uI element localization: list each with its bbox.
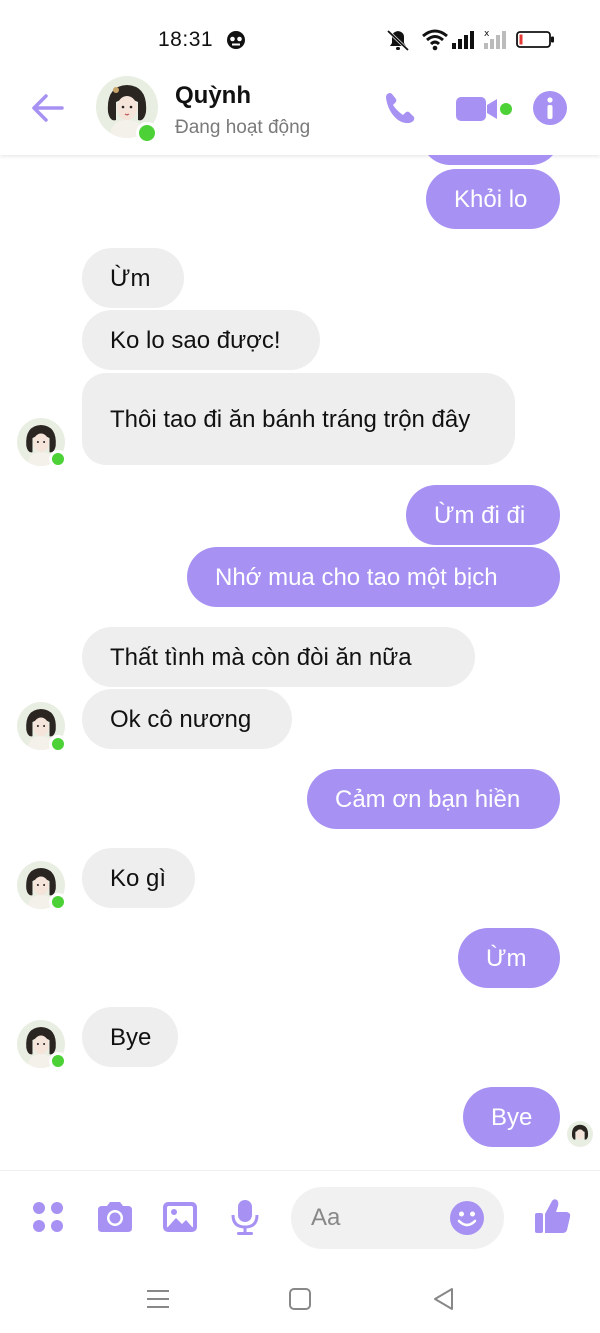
- message-composer: Aa: [0, 1170, 600, 1265]
- message-bubble-outgoing[interactable]: Khỏi lo: [426, 169, 560, 229]
- contact-name[interactable]: Quỳnh: [175, 82, 251, 110]
- online-indicator: [49, 893, 67, 911]
- menu-icon[interactable]: [144, 1285, 172, 1313]
- message-bubble-outgoing[interactable]: Bye: [463, 1087, 560, 1147]
- message-input-placeholder: Aa: [311, 1204, 341, 1231]
- message-bubble-outgoing[interactable]: Ừm đi đi: [406, 485, 560, 545]
- back-arrow-icon[interactable]: [28, 88, 68, 128]
- microphone-icon[interactable]: [225, 1197, 265, 1237]
- message-list[interactable]: Khỏi lo Ừm Ko lo sao được! Thôi tao đi ă…: [0, 155, 600, 1170]
- message-bubble-incoming[interactable]: Ok cô nương: [82, 689, 292, 749]
- message-bubble-incoming[interactable]: Thất tình mà còn đòi ăn nữa: [82, 627, 475, 687]
- message-bubble-incoming[interactable]: Thôi tao đi ăn bánh tráng trộn đây: [82, 373, 515, 465]
- message-bubble-outgoing[interactable]: Nhớ mua cho tao một bịch: [187, 547, 560, 607]
- message-bubble-outgoing[interactable]: Ừm: [458, 928, 560, 988]
- message-bubble-partial[interactable]: [421, 155, 560, 165]
- mute-icon: [386, 29, 410, 52]
- status-time: 18:31: [158, 28, 214, 51]
- status-icons: x: [386, 29, 554, 52]
- signal-empty-icon: x: [484, 29, 506, 49]
- home-square-icon[interactable]: [286, 1285, 314, 1313]
- phone-icon[interactable]: [382, 90, 418, 126]
- online-indicator: [49, 735, 67, 753]
- system-nav-bar: [0, 1265, 600, 1333]
- smile-icon[interactable]: [449, 1200, 485, 1236]
- video-call-icon[interactable]: [455, 94, 515, 124]
- battery-icon: [516, 31, 554, 48]
- online-indicator: [49, 1052, 67, 1070]
- back-triangle-icon[interactable]: [430, 1285, 458, 1313]
- apps-icon[interactable]: [28, 1197, 68, 1237]
- wifi-icon: [422, 29, 448, 51]
- chat-header: Quỳnh Đang hoạt động: [0, 62, 600, 155]
- thumbs-up-icon[interactable]: [532, 1195, 574, 1237]
- svg-text:x: x: [484, 29, 490, 39]
- online-indicator: [49, 450, 67, 468]
- signal-icon: [452, 31, 474, 49]
- camera-icon[interactable]: [95, 1197, 135, 1237]
- info-icon[interactable]: [532, 90, 568, 126]
- image-icon[interactable]: [160, 1197, 200, 1237]
- message-bubble-incoming[interactable]: Ko gì: [82, 848, 195, 908]
- message-input[interactable]: Aa: [291, 1187, 504, 1249]
- message-bubble-incoming[interactable]: Ko lo sao được!: [82, 310, 320, 370]
- message-bubble-incoming[interactable]: Ừm: [82, 248, 184, 308]
- message-bubble-incoming[interactable]: Bye: [82, 1007, 178, 1067]
- app-notification-icon: [227, 31, 245, 49]
- message-bubble-outgoing[interactable]: Cảm ơn bạn hiền: [307, 769, 560, 829]
- contact-status: Đang hoạt động: [175, 117, 311, 138]
- seen-avatar: [567, 1121, 593, 1147]
- online-indicator: [136, 122, 158, 144]
